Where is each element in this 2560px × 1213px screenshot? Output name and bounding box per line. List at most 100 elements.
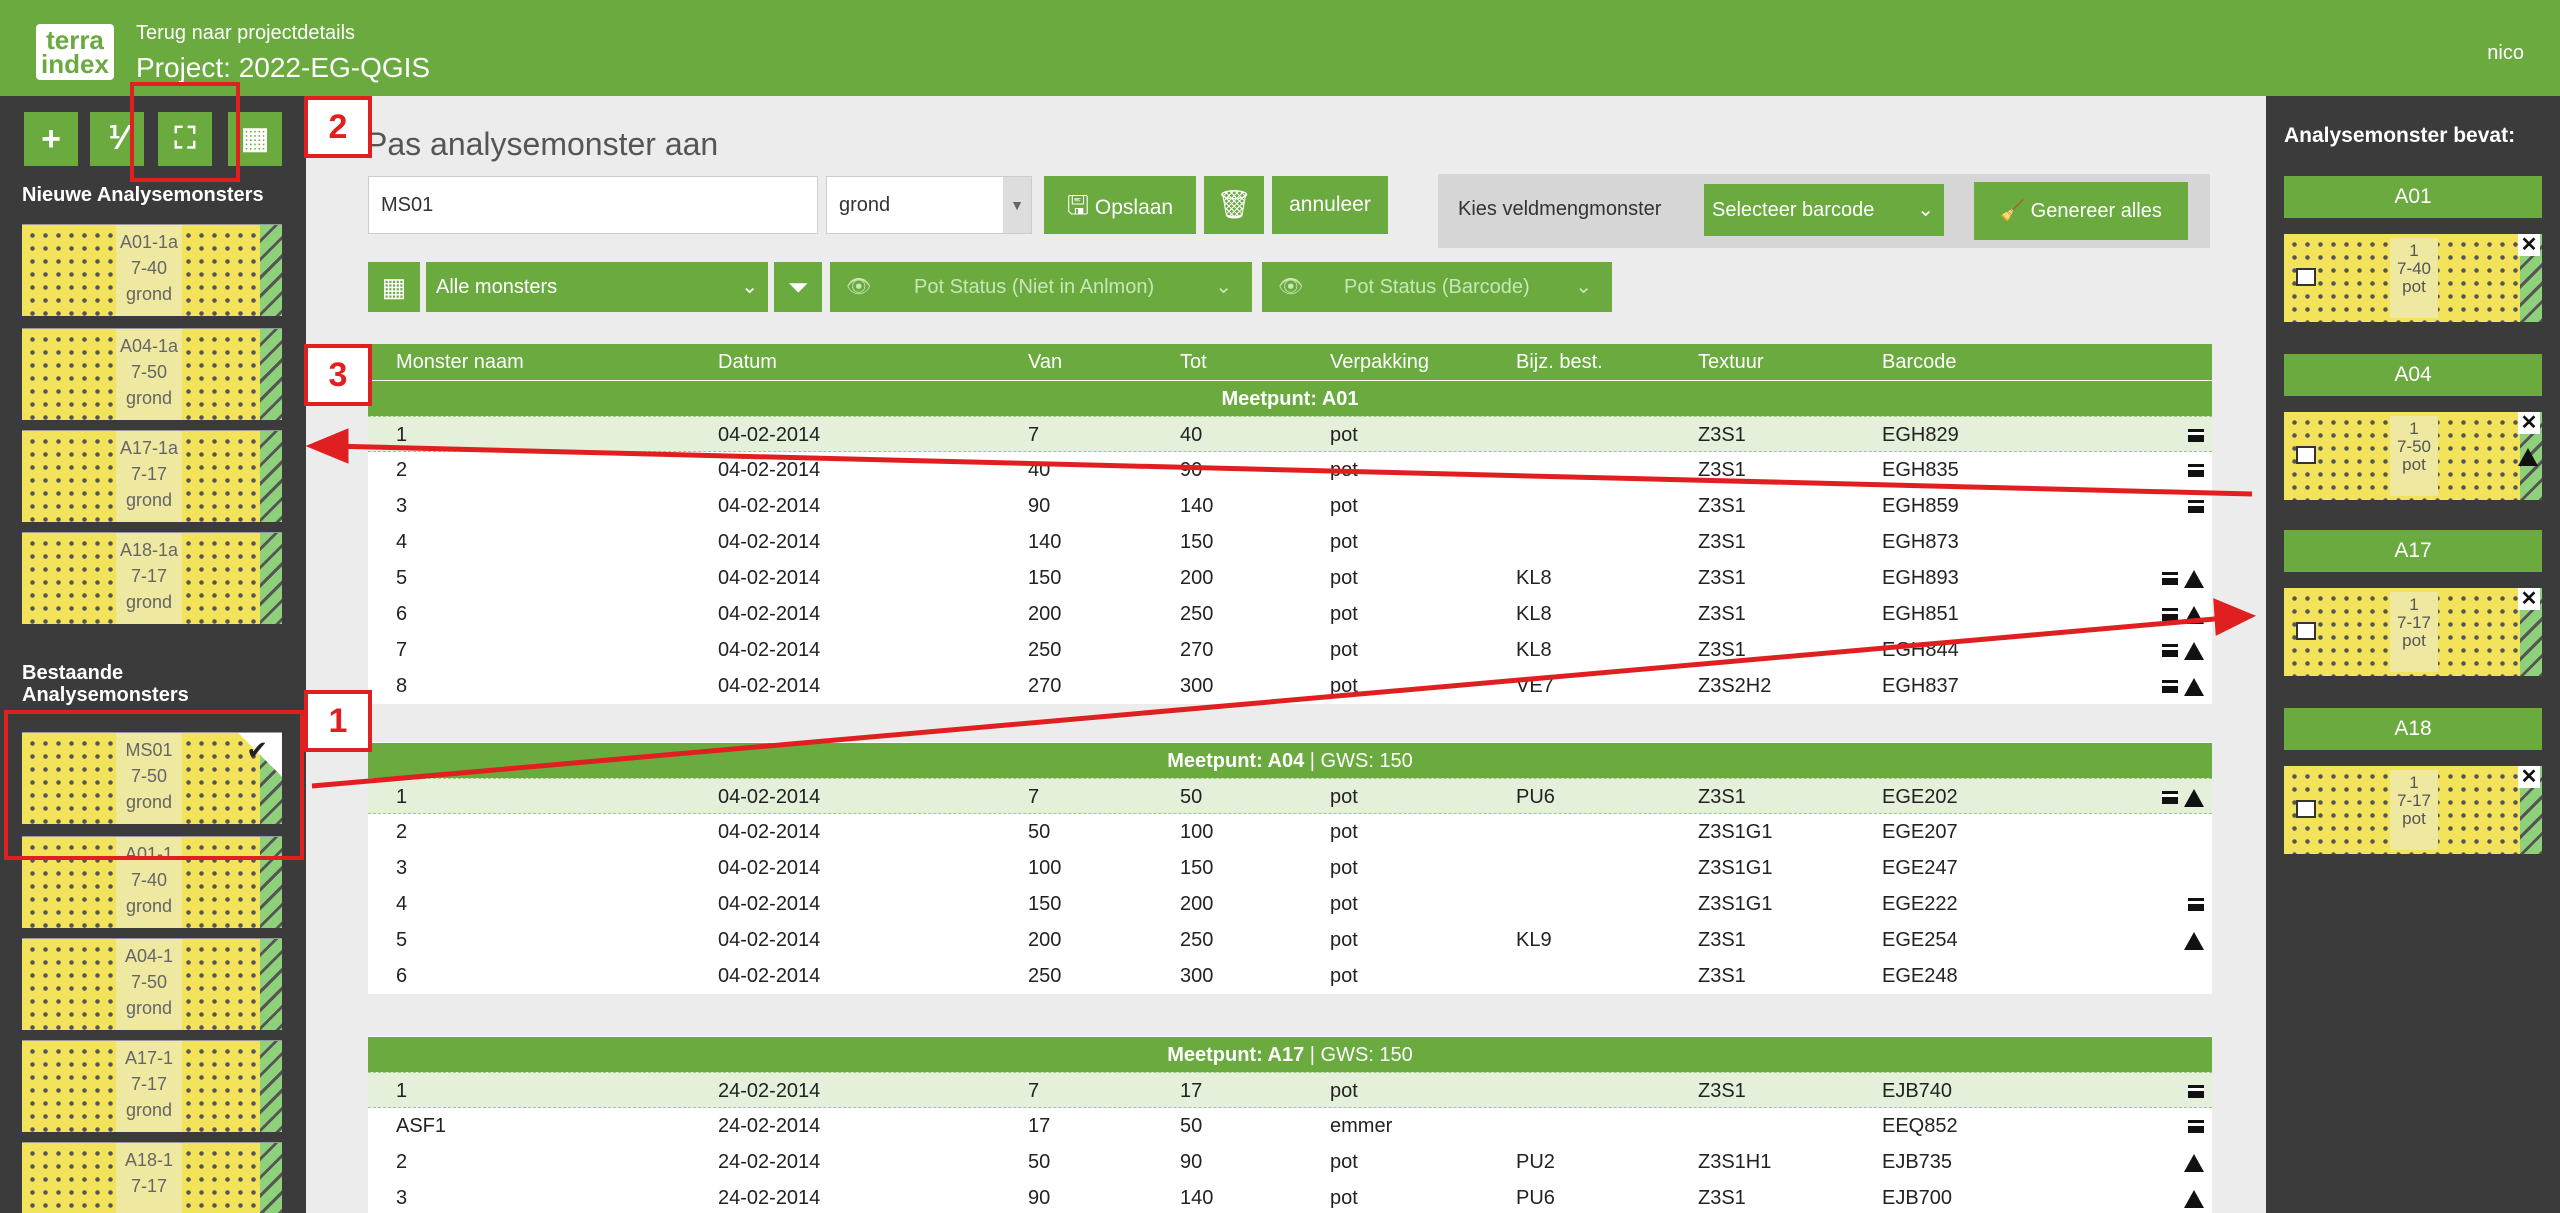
remove-icon[interactable]: ✕	[2518, 234, 2540, 256]
table-row[interactable]: 2 04-02-2014 40 90 pot Z3S1 EGH835	[368, 452, 2212, 488]
delete-button[interactable]: 🗑	[1204, 176, 1264, 234]
contents-group-header[interactable]: A18	[2284, 708, 2542, 750]
cell-van: 17	[1028, 1115, 1051, 1137]
cell-van: 40	[1028, 459, 1051, 481]
cell-textuur: Z3S1	[1698, 603, 1746, 625]
contained-sample-plate[interactable]: 1 7-40 pot ✕	[2284, 234, 2542, 322]
table-row[interactable]: ASF1 24-02-2014 17 50 emmer EEQ852	[368, 1108, 2212, 1144]
cell-datum: 04-02-2014	[718, 965, 821, 987]
cell-naam: 8	[396, 675, 408, 697]
cell-naam: 2	[396, 459, 408, 481]
table-row[interactable]: 3 04-02-2014 90 140 pot Z3S1 EGH859	[368, 488, 2212, 524]
contained-sample-plate[interactable]: 1 7-50 pot ✕	[2284, 412, 2542, 500]
column-header[interactable]: Tot	[1180, 344, 1207, 380]
app-header: terra index Terug naar projectdetails Pr…	[0, 0, 2560, 96]
table-row[interactable]: 6 04-02-2014 250 300 pot Z3S1 EGE248	[368, 958, 2212, 994]
cell-verpakking: pot	[1330, 929, 1358, 951]
column-header[interactable]: Van	[1028, 344, 1062, 380]
contents-group-header[interactable]: A17	[2284, 530, 2542, 572]
warning-icon	[2184, 788, 2204, 807]
contents-group-header[interactable]: A04	[2284, 354, 2542, 396]
barcode-select[interactable]: Selecteer barcode ⌄	[1704, 184, 1944, 236]
pot-status-anlmon-filter[interactable]: 👁 Pot Status (Niet in Anlmon) ⌄	[830, 262, 1252, 312]
table-row[interactable]: 2 24-02-2014 50 90 pot PU2 Z3S1H1 EJB735	[368, 1144, 2212, 1180]
cell-textuur: Z3S1	[1698, 495, 1746, 517]
sample-type-value: grond	[839, 194, 891, 216]
cell-datum: 04-02-2014	[718, 424, 821, 446]
plate-name: A18-1a	[119, 540, 179, 560]
new-sample-plate[interactable]: A01-1a 7-40 grond	[22, 224, 282, 316]
remove-icon[interactable]: ✕	[2518, 412, 2540, 434]
table-row[interactable]: 2 04-02-2014 50 100 pot Z3S1G1 EGE207	[368, 814, 2212, 850]
table-row[interactable]: 1 24-02-2014 7 17 pot Z3S1 EJB740	[368, 1072, 2212, 1108]
plate-stripe	[260, 1041, 282, 1132]
contents-title: Analysemonster bevat:	[2284, 124, 2516, 147]
plate-stripe	[260, 533, 282, 624]
plate-type: grond	[125, 284, 173, 304]
plate-range: 7-40	[130, 258, 168, 278]
table-row[interactable]: 5 04-02-2014 150 200 pot KL8 Z3S1 EGH893	[368, 560, 2212, 596]
column-header[interactable]: Textuur	[1698, 344, 1764, 380]
plate-label: A17-1a 7-17 grond	[116, 431, 182, 522]
new-sample-plate[interactable]: A17-1a 7-17 grond	[22, 430, 282, 522]
cell-verpakking: pot	[1330, 821, 1358, 843]
logo-line2: index	[41, 49, 109, 79]
table-row[interactable]: 3 24-02-2014 90 140 pot PU6 Z3S1 EJB700	[368, 1180, 2212, 1213]
table-row[interactable]: 8 04-02-2014 270 300 pot VE7 Z3S2H2 EGH837	[368, 668, 2212, 704]
table-row[interactable]: 4 04-02-2014 140 150 pot Z3S1 EGH873	[368, 524, 2212, 560]
contents-group-header[interactable]: A01	[2284, 176, 2542, 218]
existing-sample-plate[interactable]: A17-1 7-17 grond	[22, 1040, 282, 1132]
plate-range: 7-17	[2396, 791, 2432, 810]
cancel-button[interactable]: annuleer	[1272, 176, 1388, 234]
row-status-icons	[2178, 922, 2204, 958]
cell-tot: 150	[1180, 857, 1214, 879]
save-button[interactable]: 🖫 Opslaan	[1044, 176, 1196, 234]
table-row[interactable]: 1 04-02-2014 7 50 pot PU6 Z3S1 EGE202	[368, 778, 2212, 814]
cell-barcode: EGH837	[1882, 675, 1959, 697]
archive-box-icon	[2162, 791, 2178, 805]
table-row[interactable]: 5 04-02-2014 200 250 pot KL9 Z3S1 EGE254	[368, 922, 2212, 958]
new-sample-plate[interactable]: A18-1a 7-17 grond	[22, 532, 282, 624]
existing-sample-plate[interactable]: A18-1 7-17	[22, 1142, 282, 1213]
sample-type-select[interactable]: grond ▼	[826, 176, 1032, 234]
main-content: Pas analysemonster aan MS01 grond ▼ 🖫 Op…	[306, 96, 2266, 1213]
cell-textuur: Z3S1	[1698, 786, 1746, 808]
generate-all-button[interactable]: 🧹 Genereer alles	[1974, 182, 2188, 240]
table-row[interactable]: 7 04-02-2014 250 270 pot KL8 Z3S1 EGH844	[368, 632, 2212, 668]
cell-naam: 4	[396, 531, 408, 553]
plate-type: pot	[2402, 455, 2426, 474]
column-header[interactable]: Barcode	[1882, 344, 1957, 380]
table-row[interactable]: 4 04-02-2014 150 200 pot Z3S1G1 EGE222	[368, 886, 2212, 922]
existing-sample-plate[interactable]: A04-1 7-50 grond	[22, 938, 282, 1030]
remove-icon[interactable]: ✕	[2518, 766, 2540, 788]
table-row[interactable]: 6 04-02-2014 200 250 pot KL8 Z3S1 EGH851	[368, 596, 2212, 632]
user-name[interactable]: nico	[2487, 42, 2524, 65]
archive-box-icon	[2188, 1085, 2204, 1099]
new-sample-plate[interactable]: A04-1a 7-50 grond	[22, 328, 282, 420]
column-header[interactable]: Monster naam	[396, 344, 524, 380]
remove-icon[interactable]: ✕	[2518, 588, 2540, 610]
contained-sample-plate[interactable]: 1 7-17 pot ✕	[2284, 588, 2542, 676]
sample-filter-select[interactable]: Alle monsters ⌄	[426, 262, 768, 312]
table-row[interactable]: 1 04-02-2014 7 40 pot Z3S1 EGH829	[368, 416, 2212, 452]
table-row[interactable]: 3 04-02-2014 100 150 pot Z3S1G1 EGE247	[368, 850, 2212, 886]
column-header[interactable]: Datum	[718, 344, 777, 380]
cell-verpakking: pot	[1330, 639, 1358, 661]
row-status-icons	[2156, 668, 2204, 704]
row-status-icons	[2156, 779, 2204, 815]
contained-sample-plate[interactable]: 1 7-17 pot ✕	[2284, 766, 2542, 854]
back-to-project-link[interactable]: Terug naar projectdetails	[136, 22, 355, 45]
group-gws: | GWS: 150	[1304, 1044, 1413, 1066]
add-button[interactable]: +	[24, 112, 78, 166]
column-header[interactable]: Bijz. best.	[1516, 344, 1603, 380]
cell-verpakking: emmer	[1330, 1115, 1393, 1137]
column-header[interactable]: Verpakking	[1330, 344, 1429, 380]
grid-view-button[interactable]: ▦	[368, 262, 420, 312]
sample-name-input[interactable]: MS01	[368, 176, 818, 234]
cell-datum: 04-02-2014	[718, 459, 821, 481]
cell-tot: 50	[1180, 1115, 1203, 1137]
filter-button[interactable]: ⏷	[774, 262, 822, 312]
pot-status-barcode-filter[interactable]: 👁 Pot Status (Barcode) ⌄	[1262, 262, 1612, 312]
terra-index-logo[interactable]: terra index	[36, 24, 114, 80]
cell-barcode: EGH851	[1882, 603, 1959, 625]
